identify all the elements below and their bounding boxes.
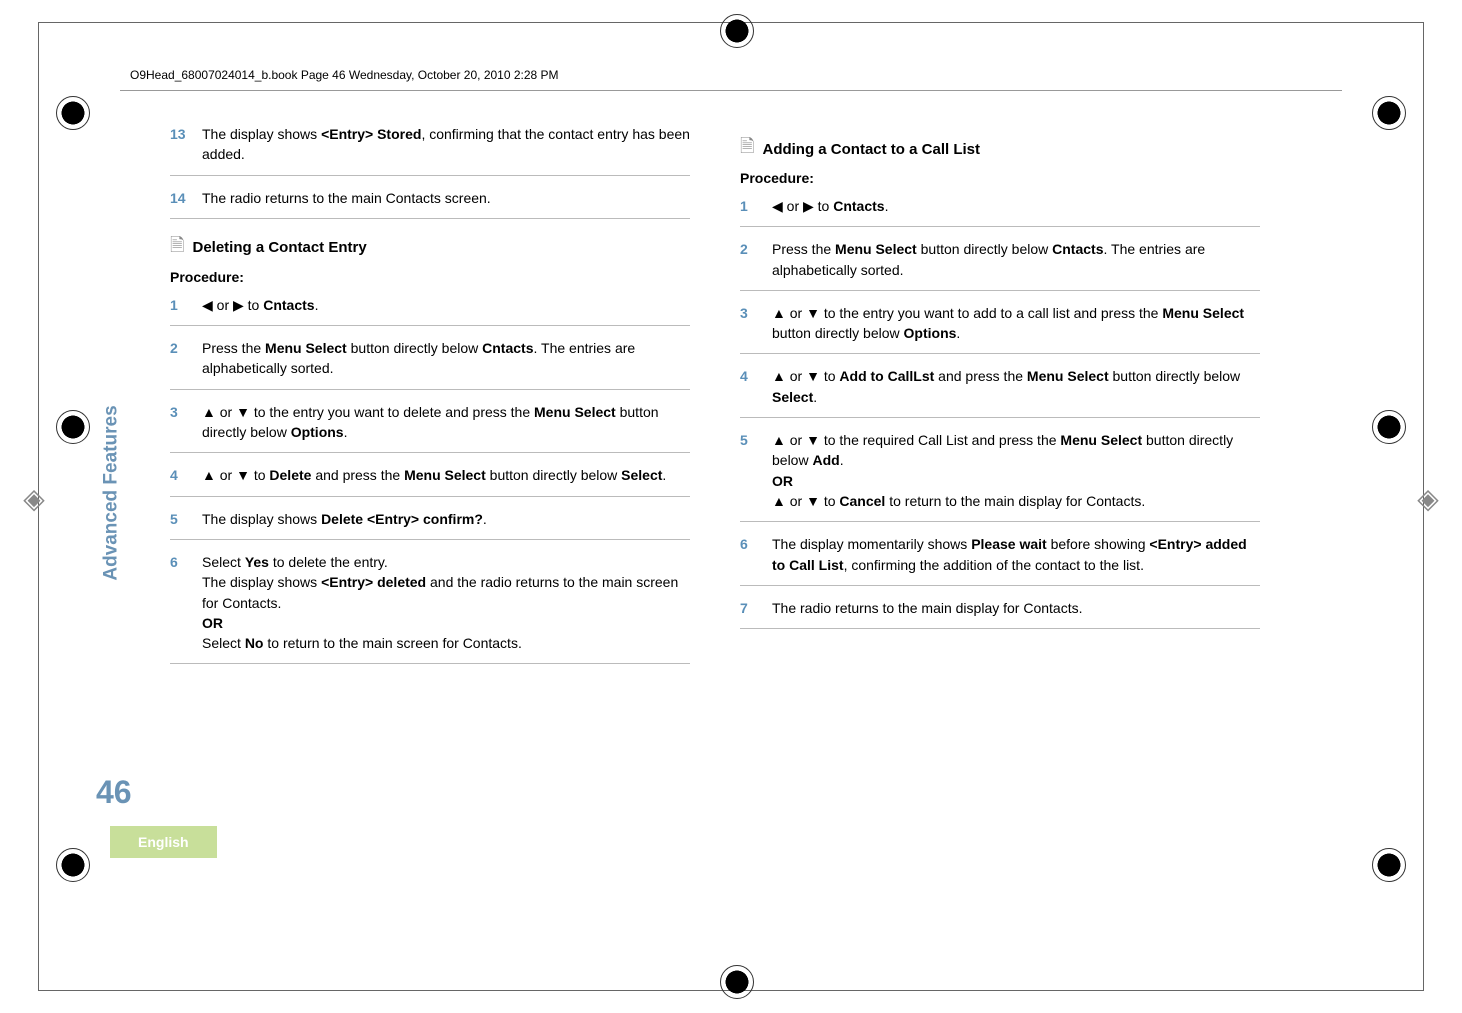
step-row: 2Press the Menu Select button directly b…	[740, 235, 1260, 291]
step-number: 3	[740, 303, 762, 344]
step-text: Select Yes to delete the entry.The displ…	[202, 552, 690, 653]
procedure-label: Procedure:	[740, 170, 1260, 186]
registration-target	[56, 96, 90, 130]
left-column: 13 The display shows <Entry> Stored, con…	[170, 120, 690, 672]
registration-target	[1372, 848, 1406, 882]
step-row: 4▲ or ▼ to Add to CallLst and press the …	[740, 362, 1260, 418]
step-text: Press the Menu Select button directly be…	[202, 338, 690, 379]
step-row: 4 ▲ or ▼ to Delete and press the Menu Sel…	[170, 461, 690, 496]
step-row: 13 The display shows <Entry> Stored, con…	[170, 120, 690, 176]
step-row: 1 ◀ or ▶ to Cntacts.	[170, 291, 690, 326]
registration-target	[56, 848, 90, 882]
step-text: The display shows Delete <Entry> confirm…	[202, 509, 690, 529]
step-text: ◀ or ▶ to Cntacts.	[772, 196, 1260, 216]
step-number: 2	[170, 338, 192, 379]
step-row: 7 The radio returns to the main display f…	[740, 594, 1260, 629]
step-row: 5 The display shows Delete <Entry> confir…	[170, 505, 690, 540]
step-text: ▲ or ▼ to Add to CallLst and press the M…	[772, 366, 1260, 407]
registration-target	[1372, 410, 1406, 444]
step-row: 1 ◀ or ▶ to Cntacts.	[740, 192, 1260, 227]
step-number: 1	[170, 295, 192, 315]
step-number: 5	[740, 430, 762, 511]
page-content: 13 The display shows <Entry> Stored, con…	[110, 120, 1352, 923]
document-icon: 🗎	[170, 233, 184, 263]
header-rule	[120, 90, 1342, 91]
section-title: Adding a Contact to a Call List	[762, 141, 980, 158]
step-row: 2Press the Menu Select button directly b…	[170, 334, 690, 390]
step-text: The radio returns to the main Contacts s…	[202, 188, 690, 208]
step-text: The display shows <Entry> Stored, confir…	[202, 124, 690, 165]
step-row: 5▲ or ▼ to the required Call List and pr…	[740, 426, 1260, 522]
registration-target	[720, 965, 754, 999]
step-number: 4	[740, 366, 762, 407]
section-heading: 🗎 Deleting a Contact Entry	[170, 233, 690, 263]
step-text: ▲ or ▼ to the entry you want to add to a…	[772, 303, 1260, 344]
step-number: 5	[170, 509, 192, 529]
registration-mark: ◈	[1410, 480, 1446, 516]
step-number: 1	[740, 196, 762, 216]
step-text: ▲ or ▼ to the required Call List and pre…	[772, 430, 1260, 511]
step-number: 7	[740, 598, 762, 618]
step-text: Press the Menu Select button directly be…	[772, 239, 1260, 280]
step-number: 4	[170, 465, 192, 485]
header-text: O9Head_68007024014_b.book Page 46 Wednes…	[130, 68, 559, 82]
step-number: 14	[170, 188, 192, 208]
step-text: ▲ or ▼ to the entry you want to delete a…	[202, 402, 690, 443]
step-row: 6Select Yes to delete the entry.The disp…	[170, 548, 690, 664]
step-row: 3▲ or ▼ to the entry you want to add to …	[740, 299, 1260, 355]
step-row: 14 The radio returns to the main Contact…	[170, 184, 690, 219]
step-text: The radio returns to the main display fo…	[772, 598, 1260, 618]
step-number: 13	[170, 124, 192, 165]
step-row: 6The display momentarily shows Please wa…	[740, 530, 1260, 586]
procedure-label: Procedure:	[170, 269, 690, 285]
step-text: ◀ or ▶ to Cntacts.	[202, 295, 690, 315]
step-text: ▲ or ▼ to Delete and press the Menu Sele…	[202, 465, 690, 485]
registration-target	[1372, 96, 1406, 130]
step-number: 6	[170, 552, 192, 653]
registration-target	[56, 410, 90, 444]
section-title: Deleting a Contact Entry	[192, 239, 366, 256]
step-number: 3	[170, 402, 192, 443]
registration-mark: ◈	[16, 480, 52, 516]
step-text: The display momentarily shows Please wai…	[772, 534, 1260, 575]
step-row: 3▲ or ▼ to the entry you want to delete …	[170, 398, 690, 454]
section-heading: 🗎 Adding a Contact to a Call List	[740, 134, 1260, 164]
document-icon: 🗎	[740, 134, 754, 164]
step-number: 6	[740, 534, 762, 575]
step-number: 2	[740, 239, 762, 280]
right-column: 🗎 Adding a Contact to a Call List Proced…	[740, 120, 1260, 672]
registration-target	[720, 14, 754, 48]
